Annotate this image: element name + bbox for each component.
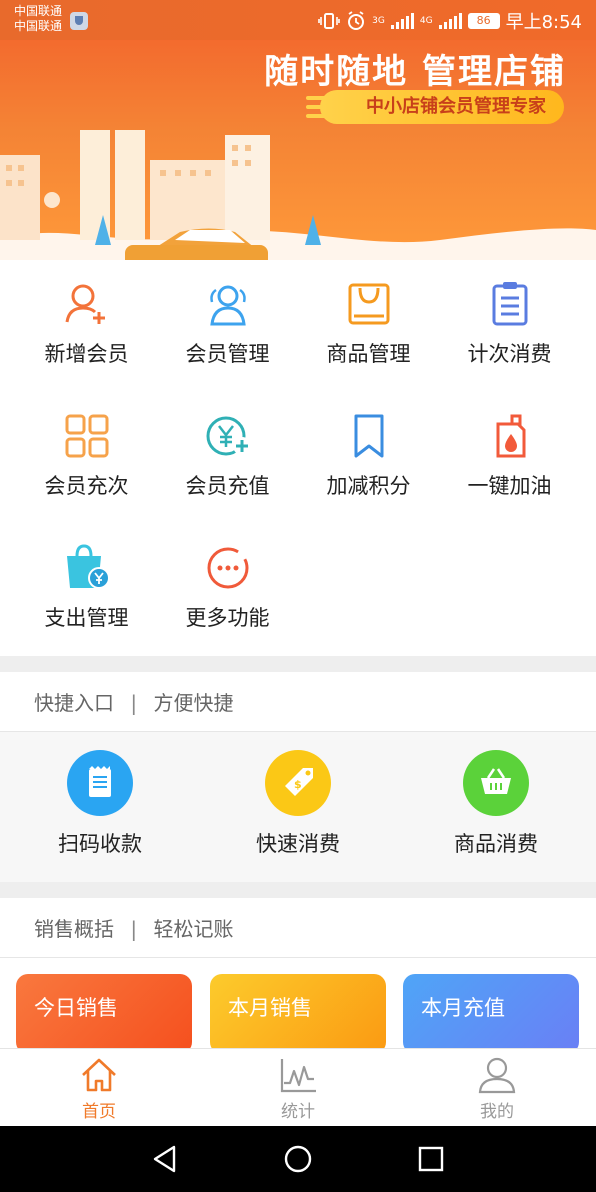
tab-label: 我的 xyxy=(480,1102,514,1122)
grid-label: 支出管理 xyxy=(44,606,129,630)
user-icon xyxy=(478,1057,516,1094)
price-tag-icon: $ xyxy=(265,750,331,816)
expense-bag-icon xyxy=(66,544,110,589)
grid-label: 更多功能 xyxy=(185,606,270,630)
clipboard-icon xyxy=(492,282,527,326)
grid-item-add-member[interactable]: 新增会员 xyxy=(16,260,157,380)
grid-item-member-management[interactable]: 会员管理 xyxy=(157,260,298,380)
status-bar: 中国联通 中国联通 3G 4G 86 早上8:54 xyxy=(0,0,596,40)
home-button-icon[interactable] xyxy=(283,1144,313,1174)
basket-icon xyxy=(463,750,529,816)
function-grid: 新增会员 会员管理 商品管理 计次消费 会员充次 会员充值 加减积分 一键加油 … xyxy=(0,260,596,656)
quick-entry-section: 扫码收款 $ 快速消费 商品消费 xyxy=(0,732,596,882)
quick-label: 商品消费 xyxy=(454,832,538,856)
tab-label: 统计 xyxy=(281,1102,315,1122)
carrier-2: 中国联通 xyxy=(14,19,63,33)
sales-cards: 今日销售 本月销售 本月充值 xyxy=(0,958,596,1054)
grid-label: 会员充次 xyxy=(44,474,129,498)
grid-item-product-management[interactable]: 商品管理 xyxy=(298,260,439,380)
quick-item-product-consumption[interactable]: 商品消费 xyxy=(396,750,596,858)
card-today-sales[interactable]: 今日销售 xyxy=(16,974,192,1054)
quick-label: 快速消费 xyxy=(256,832,340,856)
section-divider xyxy=(0,882,596,898)
tab-statistics[interactable]: 统计 xyxy=(248,1055,348,1122)
tab-home[interactable]: 首页 xyxy=(49,1055,149,1122)
grid-label: 计次消费 xyxy=(467,342,552,366)
signal-1-icon xyxy=(390,13,414,29)
grid-item-one-click-refuel[interactable]: 一键加油 xyxy=(439,392,580,512)
carrier-info: 中国联通 中国联通 xyxy=(14,4,62,34)
grid-label: 商品管理 xyxy=(326,342,411,366)
quick-entry-subtitle: 方便快捷 xyxy=(153,691,234,715)
system-nav-bar xyxy=(0,1126,596,1192)
clock: 早上8:54 xyxy=(505,12,582,33)
quick-item-scan-receipt[interactable]: 扫码收款 xyxy=(0,750,200,858)
four-squares-icon xyxy=(65,414,108,458)
card-month-sales[interactable]: 本月销售 xyxy=(210,974,386,1054)
home-icon xyxy=(82,1058,116,1092)
grid-item-more-functions[interactable]: 更多功能 xyxy=(157,524,298,644)
tab-label: 首页 xyxy=(82,1102,116,1122)
alarm-icon xyxy=(348,11,365,30)
network-type-2: 4G xyxy=(419,16,433,26)
network-type-1: 3G xyxy=(372,16,385,26)
yen-add-icon xyxy=(206,416,251,456)
grid-item-points-adjust[interactable]: 加减积分 xyxy=(298,392,439,512)
carrier-1: 中国联通 xyxy=(14,4,63,18)
chart-icon xyxy=(280,1059,316,1093)
card-month-recharge[interactable]: 本月充值 xyxy=(403,974,579,1054)
city-car-illustration xyxy=(0,130,596,260)
card-label: 本月销售 xyxy=(228,996,312,1020)
quick-entry-title: 快捷入口 xyxy=(34,691,114,715)
grid-label: 加减积分 xyxy=(326,474,411,498)
sales-summary-subtitle: 轻松记账 xyxy=(153,917,234,941)
back-icon[interactable] xyxy=(150,1144,180,1174)
members-icon xyxy=(209,285,246,326)
bookmark-icon xyxy=(354,414,383,458)
card-label: 今日销售 xyxy=(34,996,118,1020)
svg-text:$: $ xyxy=(294,778,302,791)
tab-mine[interactable]: 我的 xyxy=(447,1055,547,1122)
recent-apps-icon[interactable] xyxy=(416,1144,446,1174)
add-member-icon xyxy=(65,284,105,324)
more-icon xyxy=(207,547,248,589)
promo-banner[interactable]: 随时随地 管理店铺 中小店铺会员管理专家 xyxy=(0,40,596,260)
quick-label: 扫码收款 xyxy=(58,832,142,856)
product-bag-icon xyxy=(348,283,389,325)
sales-summary-title: 销售概括 xyxy=(34,917,114,941)
bottom-tab-bar: 首页 统计 我的 xyxy=(0,1048,596,1126)
grid-label: 一键加油 xyxy=(467,474,552,498)
fuel-can-icon xyxy=(496,414,525,458)
battery-icon: 86 xyxy=(467,13,500,29)
status-indicators: 3G 4G 86 早上8:54 xyxy=(318,8,582,34)
header-separator: | xyxy=(130,917,138,941)
grid-item-count-consumption[interactable]: 计次消费 xyxy=(439,260,580,380)
security-shield-icon xyxy=(70,12,88,30)
signal-2-icon xyxy=(438,13,462,29)
sales-summary-header: 销售概括 | 轻松记账 xyxy=(0,900,596,958)
section-divider xyxy=(0,656,596,672)
grid-item-member-recharge[interactable]: 会员充值 xyxy=(157,392,298,512)
grid-item-expense-management[interactable]: 支出管理 xyxy=(16,524,157,644)
scan-receipt-icon xyxy=(67,750,133,816)
quick-item-fast-consumption[interactable]: $ 快速消费 xyxy=(198,750,398,858)
vibrate-icon xyxy=(318,13,340,29)
grid-label: 新增会员 xyxy=(44,342,129,366)
header-separator: | xyxy=(130,691,138,715)
card-label: 本月充值 xyxy=(421,996,505,1020)
grid-item-member-recharge-times[interactable]: 会员充次 xyxy=(16,392,157,512)
grid-label: 会员管理 xyxy=(185,342,270,366)
grid-label: 会员充值 xyxy=(185,474,270,498)
banner-title: 随时随地 管理店铺 xyxy=(264,52,566,92)
quick-entry-header: 快捷入口 | 方便快捷 xyxy=(0,674,596,732)
